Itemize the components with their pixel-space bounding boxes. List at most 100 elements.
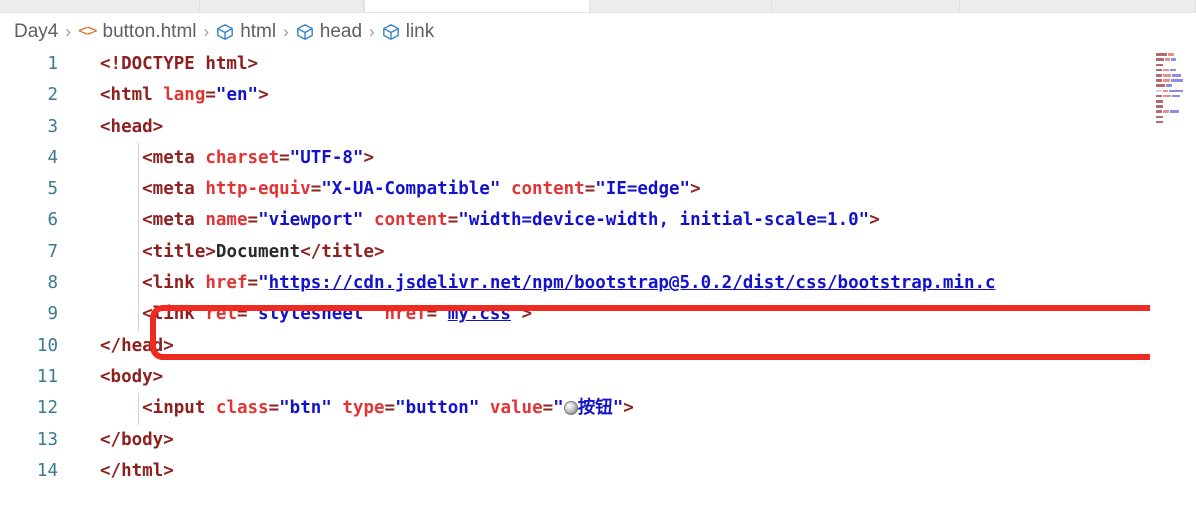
line-number: 11 — [36, 366, 58, 387]
symbol-cube-icon — [216, 23, 234, 41]
token-tag: = — [584, 179, 596, 200]
token-tag: > — [363, 147, 374, 168]
code-editor[interactable]: 1 <!DOCTYPE html> 2 <html lang="en"> 3 <head>… — [0, 49, 1196, 524]
code-icon: <> — [78, 20, 98, 41]
code-line[interactable]: 1 <!DOCTYPE html> — [0, 49, 1196, 80]
token-val: "UTF-8" — [289, 147, 364, 168]
line-content: <body> — [100, 362, 163, 393]
token-tag — [332, 398, 343, 418]
code-line[interactable]: 5 <meta http-equiv="X-UA-Compatible" con… — [0, 174, 1196, 206]
line-content: <meta charset="UTF-8"> — [100, 143, 374, 174]
token-attr: href — [205, 273, 248, 294]
line-content: <meta name="viewport" content="width=dev… — [100, 205, 880, 236]
token-link[interactable]: https://cdn.jsdelivr.net/npm/bootstrap@5… — [269, 273, 996, 293]
token-tag: <meta — [100, 147, 206, 168]
minimap[interactable] — [1150, 49, 1196, 524]
line-content: </head> — [100, 331, 174, 362]
line-content: <meta http-equiv="X-UA-Compatible" conte… — [100, 174, 700, 205]
token-tag: = — [279, 147, 290, 168]
token-tag: <body> — [100, 366, 164, 387]
token-tag: <meta — [100, 179, 206, 200]
breadcrumb[interactable]: Day4 › <> button.html › html › head › link — [0, 13, 1196, 49]
token-tag: = — [205, 85, 216, 106]
code-line[interactable]: 14 </html> — [0, 456, 1196, 487]
token-attr: name — [205, 210, 248, 231]
token-tag: = — [236, 304, 248, 325]
symbol-cube-icon — [296, 23, 314, 41]
token-val: " — [553, 398, 564, 419]
line-number: 4 — [47, 147, 58, 168]
line-number: 6 — [47, 210, 58, 231]
token-tag: </head> — [100, 335, 174, 356]
token-tag: <title> — [100, 241, 216, 262]
line-number: 12 — [36, 398, 58, 419]
breadcrumb-separator: › — [369, 21, 375, 41]
line-number: 5 — [47, 179, 58, 200]
token-attr: lang — [163, 85, 206, 106]
line-number: 9 — [47, 304, 58, 325]
token-val: " — [258, 273, 269, 294]
code-line[interactable]: 13 </body> — [0, 425, 1196, 456]
token-tag — [479, 398, 490, 418]
code-lines[interactable]: 1 <!DOCTYPE html> 2 <html lang="en"> 3 <head>… — [0, 49, 1196, 487]
token-attr: http-equiv — [205, 179, 311, 200]
code-line[interactable]: 8 <link href="https://cdn.jsdelivr.net/n… — [0, 268, 1196, 300]
code-line[interactable]: 7 <title>Document</title> — [0, 236, 1196, 269]
token-val: "btn" — [279, 398, 332, 419]
token-val: "viewport" — [258, 210, 364, 231]
breadcrumb-label: button.html — [102, 20, 197, 42]
token-tag: = — [310, 179, 322, 200]
token-val: "button" — [395, 398, 480, 419]
line-content: <title>Document</title> — [100, 237, 384, 268]
code-line[interactable]: 2 <html lang="en"> — [0, 80, 1196, 111]
token-tag: = — [447, 210, 459, 231]
line-content: <input class="btn" type="button" value="… — [100, 393, 634, 424]
line-number: 8 — [47, 273, 58, 294]
token-attr: href — [384, 304, 427, 325]
token-tag: = — [426, 304, 438, 325]
token-link[interactable]: my.css — [448, 304, 511, 324]
token-tag: = — [384, 398, 396, 419]
token-tag — [500, 179, 511, 199]
breadcrumb-item-html[interactable]: html — [216, 22, 276, 41]
token-tag: <link — [100, 273, 206, 294]
token-tag: > — [258, 85, 269, 106]
token-val: "width=device-width, initial-scale=1.0" — [458, 210, 870, 231]
line-content: <head> — [100, 112, 163, 143]
token-attr: value — [489, 398, 543, 419]
breadcrumb-item-day4[interactable]: Day4 — [14, 22, 58, 41]
breadcrumb-label: Day4 — [14, 20, 59, 42]
token-tag: <link — [100, 304, 206, 325]
line-content: <link rel="stylesheet" href="my.css"> — [100, 299, 532, 330]
token-tag: <input — [100, 398, 216, 419]
token-tag: <html — [100, 85, 164, 106]
token-tag: = — [542, 398, 554, 419]
line-content: <html lang="en"> — [100, 80, 269, 111]
token-val: "stylesheet" — [247, 304, 374, 325]
breadcrumb-item-button-html[interactable]: <> button.html — [78, 22, 196, 41]
token-tag: </html> — [100, 460, 174, 481]
token-val: "X-UA-Compatible" — [321, 179, 501, 200]
code-line[interactable]: 10 </head> — [0, 331, 1196, 362]
token-tag: > — [521, 304, 533, 325]
token-text: Document — [215, 241, 301, 262]
code-line[interactable]: 6 <meta name="viewport" content="width=d… — [0, 205, 1196, 237]
breadcrumb-item-link[interactable]: link — [382, 20, 435, 42]
code-line[interactable]: 4 <meta charset="UTF-8"> — [0, 142, 1196, 175]
token-attr: charset — [205, 147, 280, 168]
minimap-slider[interactable] — [1150, 49, 1196, 129]
token-val: "en" — [215, 85, 259, 106]
token-tag: </body> — [100, 429, 174, 450]
breadcrumb-label: link — [405, 20, 435, 42]
token-val: " — [437, 304, 448, 325]
line-number: 2 — [47, 85, 58, 106]
code-line[interactable]: 9 <link rel="stylesheet" href="my.css"> — [0, 299, 1196, 331]
breadcrumb-item-head[interactable]: head — [296, 22, 362, 41]
code-line[interactable]: 11 <body> — [0, 362, 1196, 393]
line-number: 13 — [36, 429, 58, 450]
code-line[interactable]: 3 <head> — [0, 112, 1196, 143]
code-line[interactable]: 12 <input class="btn" type="button" valu… — [0, 393, 1196, 425]
token-tag: > — [623, 398, 634, 419]
token-tag: = — [247, 210, 259, 231]
breadcrumb-separator: › — [283, 21, 289, 41]
